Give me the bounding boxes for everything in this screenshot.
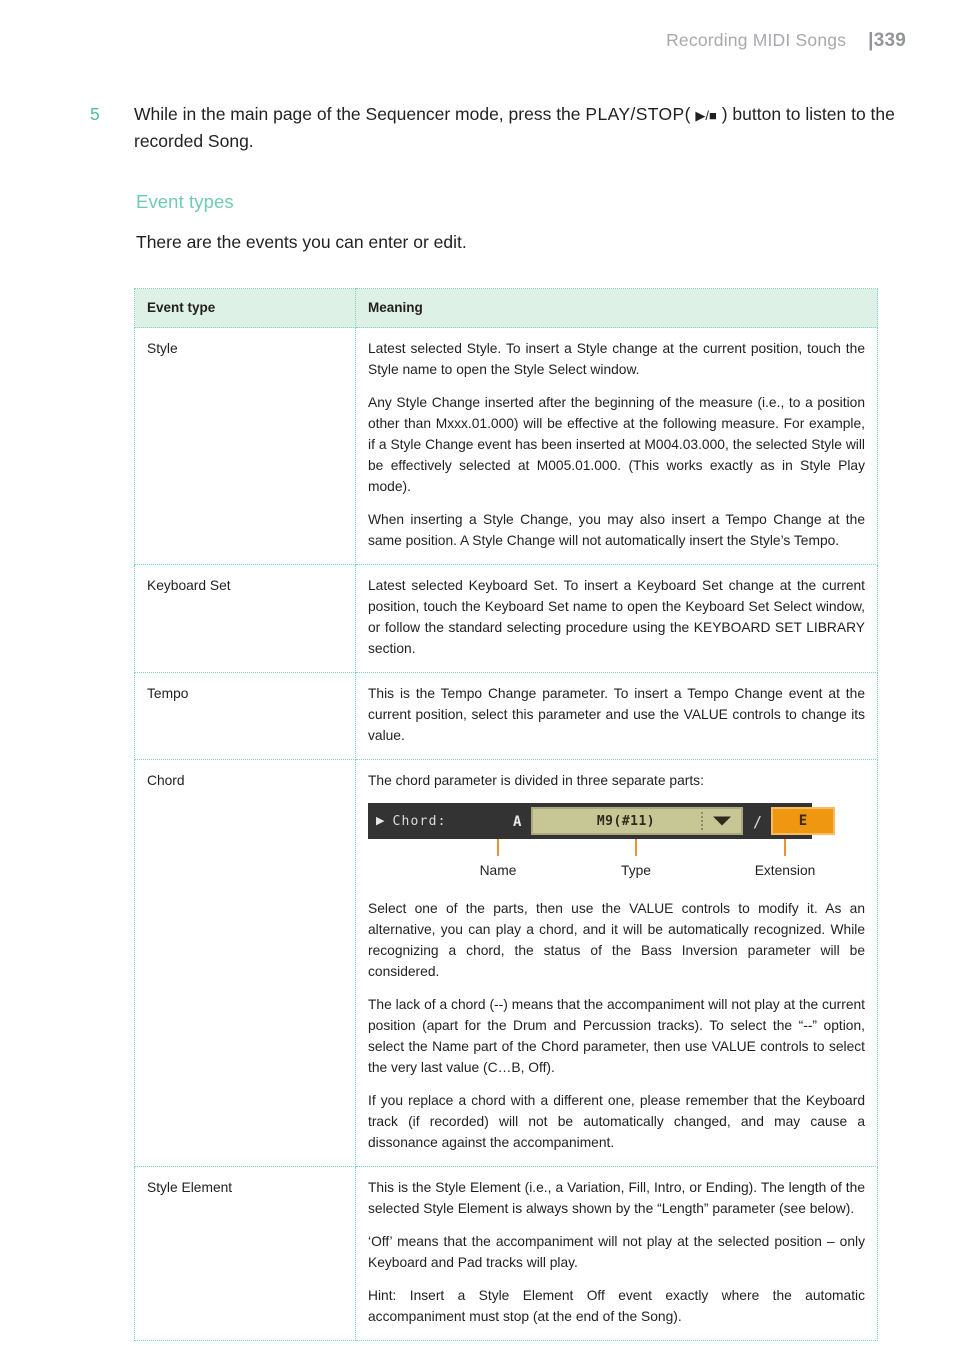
chord-parameter-bar: ▶ Chord: A M9(#11) / E	[368, 803, 835, 840]
section-heading: Event types	[136, 191, 234, 212]
chord-name-value[interactable]: A	[513, 812, 521, 833]
event-type-meaning: Latest selected Style. To insert a Style…	[355, 327, 878, 565]
paragraph: This is the Style Element (i.e., a Varia…	[368, 1180, 865, 1217]
callout-tick-extension	[784, 839, 786, 857]
step-number: 5	[90, 104, 100, 124]
table-row: Style Element This is the Style Element …	[134, 1166, 878, 1341]
play-icon: ▶	[695, 108, 706, 123]
callout-tick-type	[635, 839, 637, 857]
stop-icon: ■	[708, 108, 717, 123]
callout-label-name: Name	[479, 863, 517, 879]
table-header-row: Event type Meaning	[134, 288, 878, 328]
step-text-before: While in the main page of the Sequencer …	[134, 104, 586, 124]
paragraph: The lack of a chord (--) means that the …	[368, 997, 865, 1076]
event-type-name: Tempo	[134, 672, 356, 760]
paragraph: ‘Off’ means that the accompaniment will …	[368, 1234, 865, 1271]
table-row: Chord The chord parameter is divided in …	[134, 759, 878, 1168]
figure-callouts: Name Type Extension	[368, 839, 815, 893]
chord-type-dropdown[interactable]: M9(#11)	[531, 807, 743, 836]
table-row: Keyboard Set Latest selected Keyboard Se…	[134, 564, 878, 673]
chord-parameter-figure: ▶ Chord: A M9(#11) / E Name Type Extensi…	[368, 803, 865, 893]
table-body: Style Latest selected Style. To insert a…	[134, 327, 878, 1341]
callout-label-type: Type	[621, 863, 651, 879]
section-intro-text: There are the events you can enter or ed…	[136, 232, 467, 252]
callout-tick-name	[497, 839, 499, 857]
page-header: Recording MIDI Songs |339	[666, 30, 906, 52]
event-type-name: Chord	[134, 759, 356, 1168]
numbered-step-5: 5 While in the main page of the Sequence…	[90, 101, 906, 154]
chord-field-label: Chord:	[392, 813, 447, 829]
paragraph: The chord parameter is divided in three …	[368, 772, 704, 788]
chord-slash-separator: /	[753, 813, 763, 832]
header-chapter-title: Recording MIDI Songs	[666, 30, 847, 50]
paragraph: Any Style Change inserted after the begi…	[368, 394, 865, 494]
playstop-button-label: PLAY/STOP	[585, 104, 685, 124]
event-type-name: Style Element	[134, 1166, 356, 1341]
callout-label-extension: Extension	[754, 863, 816, 879]
chord-extension-value[interactable]: E	[771, 807, 835, 836]
column-header-event-type: Event type	[134, 288, 356, 328]
event-type-name: Keyboard Set	[134, 564, 356, 673]
event-type-meaning: This is the Style Element (i.e., a Varia…	[355, 1166, 878, 1341]
paragraph: If you replace a chord with a different …	[368, 1093, 865, 1151]
paragraph: Hint: Insert a Style Element Off event e…	[368, 1288, 865, 1324]
event-types-table: Event type Meaning Style Latest selected…	[134, 288, 878, 1341]
page-number-value: 339	[873, 30, 906, 51]
paragraph: When inserting a Style Change, you may a…	[368, 511, 865, 548]
paragraph: This is the Tempo Change parameter. To i…	[368, 685, 865, 743]
dropdown-divider	[701, 812, 703, 831]
page-number: |339	[868, 30, 906, 52]
expand-arrow-icon[interactable]: ▶	[376, 815, 384, 827]
paren-open: (	[684, 104, 696, 124]
paren-close: )	[716, 104, 728, 124]
table-row: Style Latest selected Style. To insert a…	[134, 327, 878, 565]
table-head: Event type Meaning	[134, 288, 878, 328]
event-type-meaning: The chord parameter is divided in three …	[355, 759, 878, 1168]
paragraph: Latest selected Style. To insert a Style…	[368, 341, 865, 377]
paragraph: Latest selected Keyboard Set. To insert …	[368, 577, 865, 656]
chevron-down-icon[interactable]	[713, 816, 731, 826]
event-type-meaning: This is the Tempo Change parameter. To i…	[355, 672, 878, 760]
step-text: While in the main page of the Sequencer …	[134, 101, 906, 154]
paragraph: Select one of the parts, then use the VA…	[368, 901, 865, 980]
chord-type-value: M9(#11)	[596, 813, 656, 829]
table-row: Tempo This is the Tempo Change parameter…	[134, 672, 878, 760]
event-type-name: Style	[134, 327, 356, 565]
event-type-meaning: Latest selected Keyboard Set. To insert …	[355, 564, 878, 673]
column-header-meaning: Meaning	[355, 288, 878, 328]
